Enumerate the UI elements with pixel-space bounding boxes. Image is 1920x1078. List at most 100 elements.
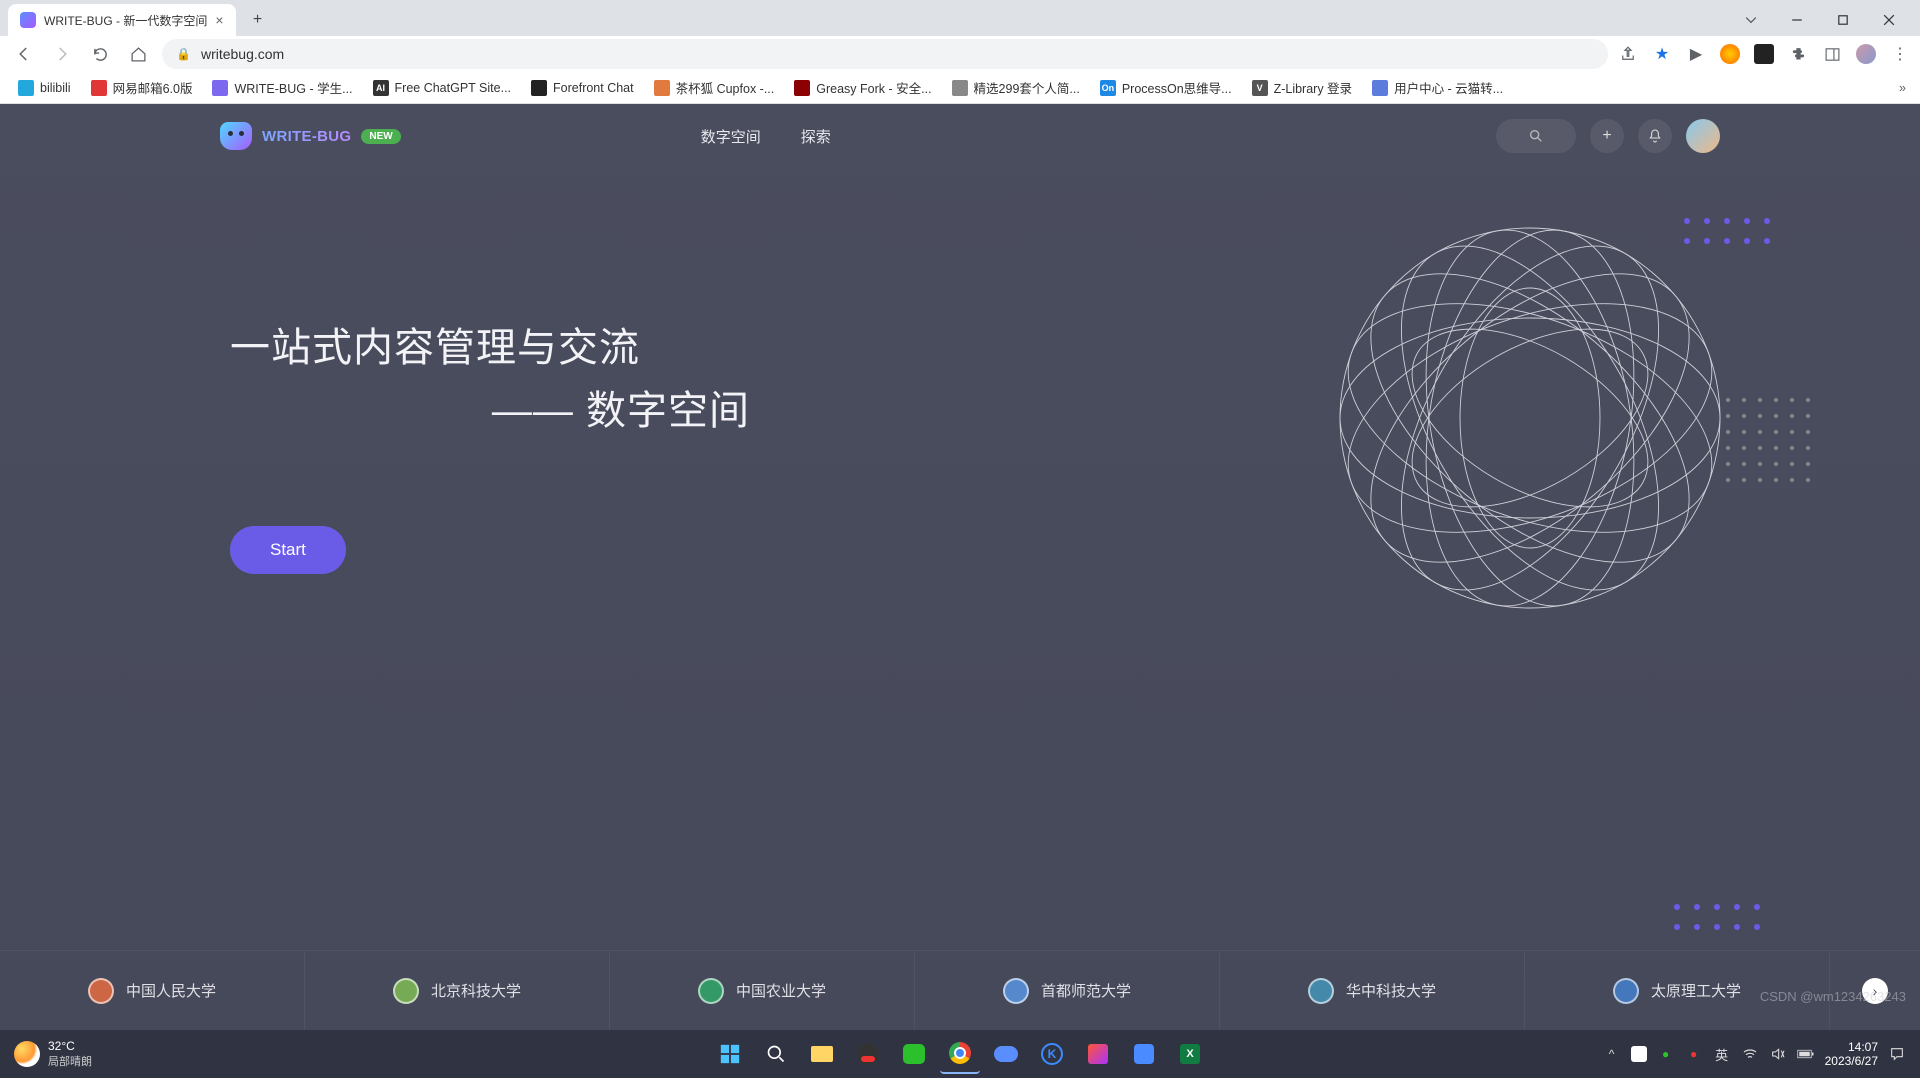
- reload-button[interactable]: [86, 40, 114, 68]
- bookmark-label: 用户中心 - 云猫转...: [1394, 78, 1503, 97]
- start-menu-button[interactable]: [710, 1034, 750, 1074]
- university-item[interactable]: 中国农业大学: [610, 951, 915, 1030]
- bookmark-item[interactable]: 用户中心 - 云猫转...: [1364, 74, 1511, 101]
- university-name: 中国人民大学: [126, 980, 216, 1001]
- chrome-icon[interactable]: [940, 1034, 980, 1074]
- qq-icon[interactable]: [848, 1034, 888, 1074]
- back-button[interactable]: [10, 40, 38, 68]
- maximize-button[interactable]: [1820, 4, 1866, 36]
- system-tray: ^ ● ● 英 14:07 2023/6/27: [1603, 1040, 1906, 1069]
- tab-bar: WRITE-BUG - 新一代数字空间 × +: [0, 0, 1920, 36]
- universities-strip: 中国人民大学北京科技大学中国农业大学首都师范大学华中科技大学太原理工大学›: [0, 950, 1920, 1030]
- university-item[interactable]: 北京科技大学: [305, 951, 610, 1030]
- nav-explore[interactable]: 探索: [801, 126, 831, 147]
- decorative-dots: [1674, 904, 1760, 930]
- site-logo[interactable]: WRITE-BUG NEW: [220, 122, 401, 150]
- university-logo-icon: [1308, 978, 1334, 1004]
- kugou-icon[interactable]: K: [1032, 1034, 1072, 1074]
- share-icon[interactable]: [1618, 44, 1638, 64]
- home-button[interactable]: [124, 40, 152, 68]
- create-button[interactable]: +: [1590, 119, 1624, 153]
- bookmark-item[interactable]: Greasy Fork - 安全...: [786, 74, 939, 101]
- bookmark-item[interactable]: 茶杯狐 Cupfox -...: [646, 74, 783, 101]
- bookmark-label: bilibili: [40, 81, 71, 95]
- url-field[interactable]: 🔒 writebug.com: [162, 39, 1608, 69]
- action-center-icon[interactable]: [1888, 1045, 1906, 1063]
- onedrive-icon[interactable]: [986, 1034, 1026, 1074]
- battery-icon[interactable]: [1797, 1045, 1815, 1063]
- bookmark-item[interactable]: OnProcessOn思维导...: [1092, 74, 1240, 101]
- hero-heading-line1: 一站式内容管理与交流: [230, 318, 750, 378]
- university-item[interactable]: 首都师范大学: [915, 951, 1220, 1030]
- bookmark-item[interactable]: AIFree ChatGPT Site...: [365, 74, 519, 101]
- university-logo-icon: [1613, 978, 1639, 1004]
- bookmark-item[interactable]: 精选299套个人简...: [944, 74, 1088, 101]
- decorative-dots: [1684, 218, 1770, 244]
- notifications-button[interactable]: [1638, 119, 1672, 153]
- weather-desc: 局部晴朗: [48, 1053, 92, 1069]
- watermark: CSDN @wm1234263243: [1760, 989, 1906, 1004]
- play-icon[interactable]: ▶: [1686, 44, 1706, 64]
- bookmark-favicon-icon: [212, 80, 228, 96]
- address-bar: 🔒 writebug.com ★ ▶ ⋮: [0, 36, 1920, 72]
- tray-cloud-icon[interactable]: ●: [1685, 1045, 1703, 1063]
- bookmark-item[interactable]: WRITE-BUG - 学生...: [204, 74, 360, 101]
- university-item[interactable]: 中国人民大学: [0, 951, 305, 1030]
- wechat-icon[interactable]: [894, 1034, 934, 1074]
- user-avatar[interactable]: [1686, 119, 1720, 153]
- intellij-icon[interactable]: [1078, 1034, 1118, 1074]
- bookmark-favicon-icon: [18, 80, 34, 96]
- logo-text: WRITE-BUG: [262, 128, 351, 145]
- ime-indicator[interactable]: 英: [1713, 1045, 1731, 1063]
- taskbar-clock[interactable]: 14:07 2023/6/27: [1825, 1040, 1878, 1069]
- browser-tab[interactable]: WRITE-BUG - 新一代数字空间 ×: [8, 4, 236, 36]
- file-explorer-icon[interactable]: [802, 1034, 842, 1074]
- extensions-puzzle-icon[interactable]: [1788, 44, 1808, 64]
- hero-heading-line2: —— 数字空间: [230, 378, 750, 436]
- search-icon: [1528, 128, 1544, 144]
- bookmark-favicon-icon: AI: [373, 80, 389, 96]
- tencent-meeting-icon[interactable]: [1124, 1034, 1164, 1074]
- tray-app-icon[interactable]: [1631, 1046, 1647, 1062]
- start-button[interactable]: Start: [230, 526, 346, 574]
- bookmark-label: Greasy Fork - 安全...: [816, 78, 931, 97]
- search-button[interactable]: [1496, 119, 1576, 153]
- bookmark-item[interactable]: VZ-Library 登录: [1244, 74, 1360, 101]
- volume-icon[interactable]: [1769, 1045, 1787, 1063]
- wifi-icon[interactable]: [1741, 1045, 1759, 1063]
- bookmark-item[interactable]: Forefront Chat: [523, 74, 642, 101]
- hero-graphic: [1320, 208, 1740, 628]
- extension-icon-1[interactable]: [1720, 44, 1740, 64]
- bookmark-label: WRITE-BUG - 学生...: [234, 78, 352, 97]
- tray-chevron-icon[interactable]: ^: [1603, 1045, 1621, 1063]
- bookmark-label: 茶杯狐 Cupfox -...: [676, 78, 775, 97]
- tray-wechat-icon[interactable]: ●: [1657, 1045, 1675, 1063]
- new-tab-button[interactable]: +: [244, 6, 272, 34]
- taskbar-search-icon[interactable]: [756, 1034, 796, 1074]
- nav-digital-space[interactable]: 数字空间: [701, 126, 761, 147]
- close-tab-icon[interactable]: ×: [215, 12, 223, 28]
- bookmark-item[interactable]: 网易邮箱6.0版: [83, 74, 201, 101]
- close-window-button[interactable]: [1866, 4, 1912, 36]
- bookmark-item[interactable]: bilibili: [10, 74, 79, 101]
- bookmark-favicon-icon: [1372, 80, 1388, 96]
- bookmark-favicon-icon: [531, 80, 547, 96]
- minimize-button[interactable]: [1774, 4, 1820, 36]
- bookmark-label: 精选299套个人简...: [974, 78, 1080, 97]
- university-item[interactable]: 华中科技大学: [1220, 951, 1525, 1030]
- bookmark-favicon-icon: [794, 80, 810, 96]
- forward-button[interactable]: [48, 40, 76, 68]
- excel-icon[interactable]: X: [1170, 1034, 1210, 1074]
- chevron-down-icon[interactable]: [1728, 4, 1774, 36]
- sidepanel-icon[interactable]: [1822, 44, 1842, 64]
- university-logo-icon: [698, 978, 724, 1004]
- extension-icon-2[interactable]: [1754, 44, 1774, 64]
- kebab-menu-icon[interactable]: ⋮: [1890, 44, 1910, 64]
- profile-avatar-icon[interactable]: [1856, 44, 1876, 64]
- taskbar-weather[interactable]: 32°C 局部晴朗: [14, 1039, 92, 1069]
- bookmarks-overflow-icon[interactable]: »: [1895, 77, 1910, 99]
- browser-chrome: WRITE-BUG - 新一代数字空间 × + 🔒 writebug.com ★…: [0, 0, 1920, 104]
- tab-title: WRITE-BUG - 新一代数字空间: [44, 12, 207, 29]
- university-name: 首都师范大学: [1041, 980, 1131, 1001]
- bookmark-star-icon[interactable]: ★: [1652, 44, 1672, 64]
